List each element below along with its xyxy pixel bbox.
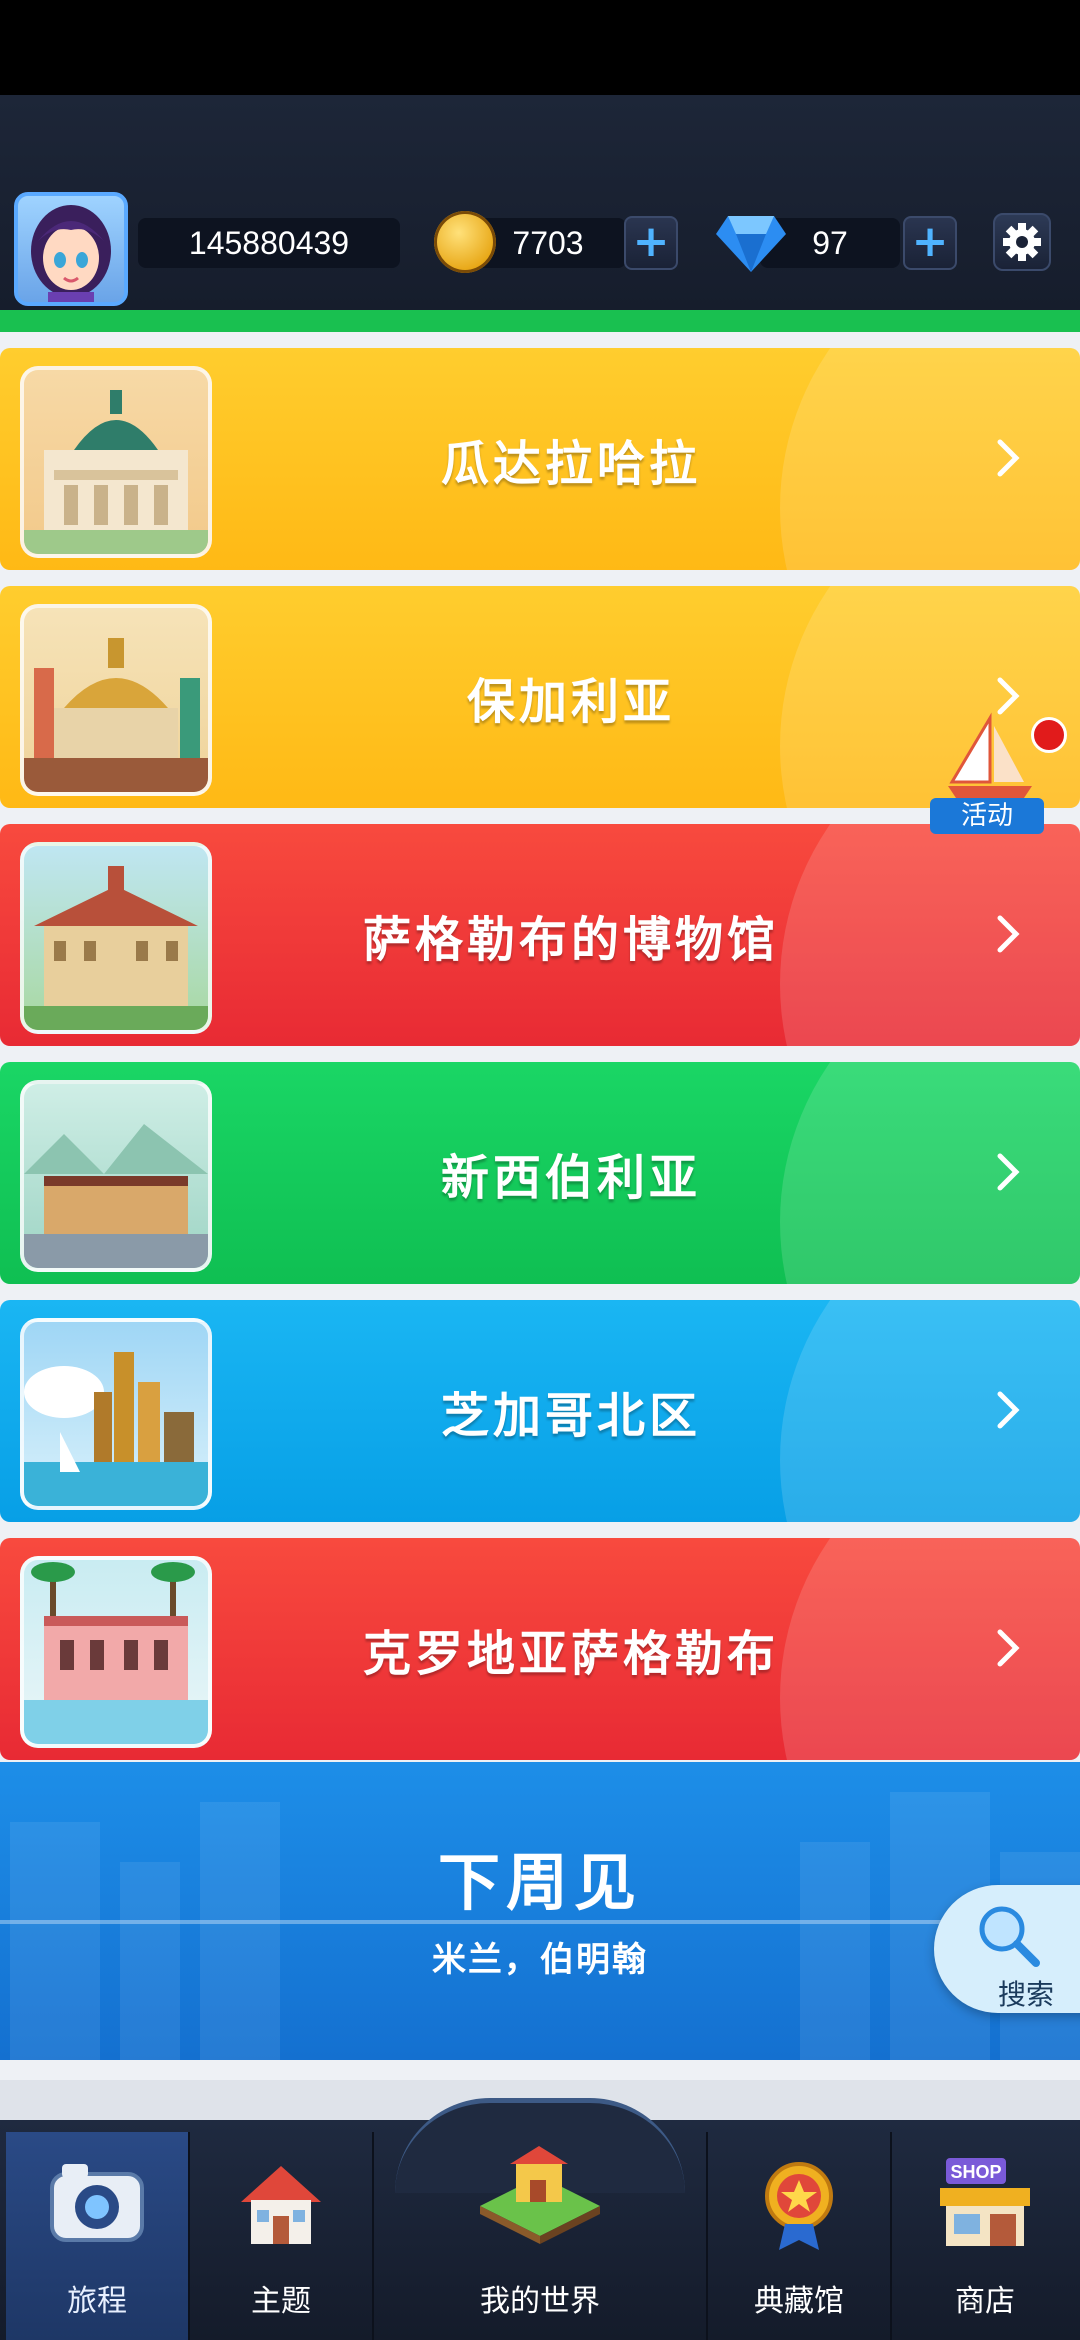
zagreb-croatia-thumbnail [20,1556,212,1748]
destination-title: 新西伯利亚 [440,1150,701,1206]
destination-card-zagreb-museum[interactable]: 萨格勒布的博物馆 [0,824,1080,1046]
nav-my-world[interactable]: 我的世界 [374,2132,708,2340]
next-week-banner: 下周见 米兰，伯明翰 [0,1762,1080,2060]
nav-journey-label: 旅程 [67,2284,127,2319]
camera-icon [50,2164,144,2242]
diamond-icon [716,216,786,272]
next-week-title: 下周见 [437,1846,642,1919]
nav-theme-label: 主题 [251,2284,311,2319]
gear-icon [1003,223,1041,261]
previous-card-edge [0,310,1080,332]
destination-card-chicago-north[interactable]: 芝加哥北区 [0,1300,1080,1522]
medal-icon [765,2162,833,2250]
house-icon [241,2166,321,2244]
nav-my-world-label: 我的世界 [480,2284,600,2319]
bulgaria-thumbnail [20,604,212,796]
destination-title: 萨格勒布的博物馆 [362,912,779,968]
activity-label: 活动 [930,798,1044,834]
player-id-display: 145880439 [138,218,400,268]
avatar-girl-icon [31,205,111,302]
destination-title: 瓜达拉哈拉 [440,436,701,492]
chicago-north-thumbnail [20,1318,212,1510]
player-avatar[interactable] [14,192,128,306]
destination-title: 保加利亚 [466,674,675,730]
search-icon [979,1906,1040,1967]
nav-shop[interactable]: SHOP 商店 [892,2132,1078,2340]
destination-title: 芝加哥北区 [440,1388,701,1444]
notification-dot [1031,717,1067,753]
destination-card-novosibirsk[interactable]: 新西伯利亚 [0,1062,1080,1284]
destination-card-bulgaria[interactable]: 保加利亚 [0,586,1080,808]
chevron-right-icon [997,1629,1020,1667]
nav-theme[interactable]: 主题 [190,2132,374,2340]
world-island-icon [480,2146,600,2244]
add-coins-button[interactable]: + [624,216,678,270]
chevron-right-icon [997,439,1020,477]
search-label: 搜索 [998,1978,1055,2011]
chevron-right-icon [997,1391,1020,1429]
zagreb-museum-thumbnail [20,842,212,1034]
guadalajara-thumbnail [20,366,212,558]
top-bar [0,95,1080,310]
shop-icon: SHOP [940,2158,1030,2246]
next-week-subtitle: 米兰，伯明翰 [432,1940,648,1980]
search-button[interactable]: 搜索 [934,1885,1080,2013]
player-id-text: 145880439 [188,224,350,261]
destination-card-zagreb-croatia[interactable]: 克罗地亚萨格勒布 [0,1538,1080,1760]
chevron-right-icon [997,915,1020,953]
gem-count: 97 [812,224,848,261]
sailboat-icon [948,712,1032,804]
add-gems-button[interactable]: + [903,216,957,270]
settings-button[interactable] [993,213,1051,271]
nav-shop-label: 商店 [955,2284,1015,2319]
nav-collection-label: 典藏馆 [754,2284,844,2319]
coin-count: 7703 [512,224,584,261]
destination-card-guadalajara[interactable]: 瓜达拉哈拉 [0,348,1080,570]
svg-text:SHOP: SHOP [950,2162,1001,2182]
destination-title: 克罗地亚萨格勒布 [362,1626,779,1682]
chevron-right-icon [997,1153,1020,1191]
coin-icon [434,211,496,273]
nav-journey[interactable]: 旅程 [6,2132,190,2340]
status-bar [0,0,1080,95]
nav-collection[interactable]: 典藏馆 [708,2132,892,2340]
novosibirsk-thumbnail [20,1080,212,1272]
